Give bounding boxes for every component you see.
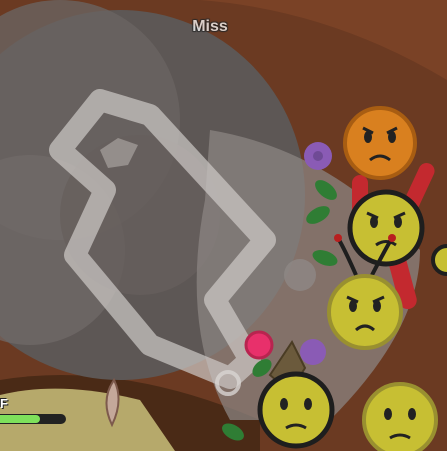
player-health-fill: [0, 415, 40, 423]
pink-petal-icon[interactable]: [244, 330, 274, 360]
game-viewport[interactable]: Miss F: [0, 0, 447, 451]
mob-edge-partial[interactable]: [431, 244, 447, 276]
mob-yellow-sad[interactable]: [362, 382, 438, 451]
mob-yellow-sad[interactable]: [257, 371, 335, 449]
rock-pebble: [284, 259, 316, 291]
player-name-label: F: [0, 396, 8, 411]
mob-yellow-angry[interactable]: [347, 189, 425, 267]
flower-center-icon: [313, 151, 323, 161]
game-scene[interactable]: [0, 0, 447, 451]
flower-purple-icon: [300, 339, 326, 365]
miss-popup-text: Miss: [192, 18, 228, 35]
player-health-bar: [0, 414, 66, 424]
mob-orange-angry[interactable]: [343, 106, 417, 180]
